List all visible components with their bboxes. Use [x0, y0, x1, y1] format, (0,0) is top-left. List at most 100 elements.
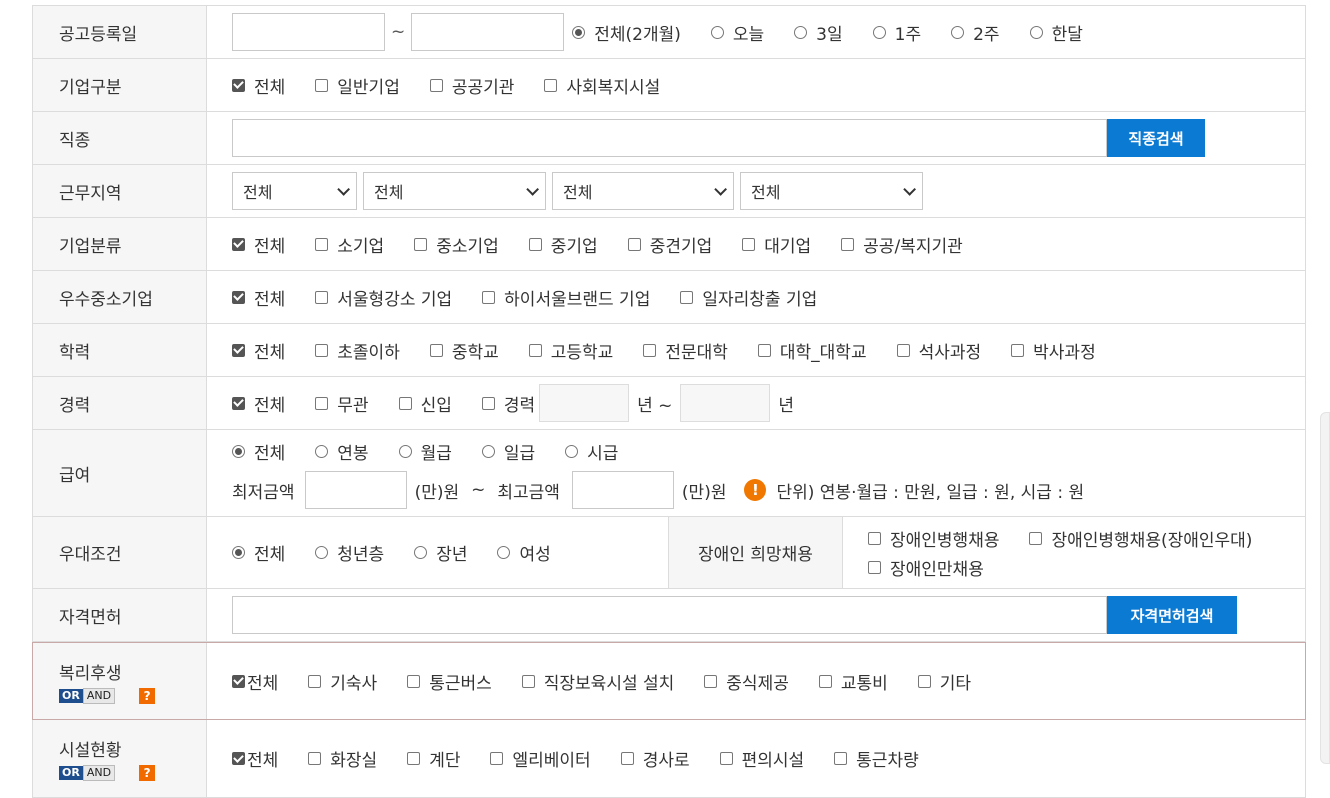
checkbox-edu-university[interactable]: 대학_대학교 — [757, 338, 867, 363]
radio-period-3days[interactable]: 3일 — [794, 20, 843, 45]
row-posting-date: 공고등록일 ~ 전체(2개월) 오늘 3일 1주 2주 한달 — [32, 6, 1306, 59]
radio-pref-all[interactable]: 전체 — [232, 540, 285, 565]
or-toggle[interactable]: OR — [59, 766, 83, 780]
checkbox-career-all[interactable]: 전체 — [232, 391, 285, 416]
row-education: 학력 전체 초졸이하 중학교 고등학교 전문대학 대학_대학교 석사과정 박사과… — [32, 324, 1306, 377]
checkbox-facility-restroom[interactable]: 화장실 — [308, 746, 377, 771]
checkbox-facility-convenience[interactable]: 편의시설 — [719, 746, 804, 771]
checkbox-edu-high[interactable]: 고등학교 — [528, 338, 613, 363]
checkbox-facility-all[interactable]: 전체 — [232, 746, 278, 771]
checkbox-sme-seoul[interactable]: 서울형강소 기업 — [315, 285, 452, 310]
checkbox-company-welfare[interactable]: 사회복지시설 — [544, 73, 660, 98]
date-tilde: ~ — [391, 22, 406, 42]
checkbox-disabled-parallel[interactable]: 장애인병행채용 — [868, 526, 999, 551]
radio-period-1month[interactable]: 한달 — [1029, 20, 1083, 45]
salary-max-label: 최고금액 — [497, 482, 560, 503]
career-label: 경력 — [33, 377, 207, 429]
checkbox-disabled-preferred[interactable]: 장애인병행채용(장애인우대) — [1029, 526, 1252, 551]
welfare-label: 복리후생 — [59, 663, 122, 684]
radio-period-today[interactable]: 오늘 — [710, 20, 764, 45]
radio-salary-all[interactable]: 전체 — [232, 439, 285, 464]
checkbox-sme-hiseoul[interactable]: 하이서울브랜드 기업 — [482, 285, 650, 310]
and-toggle[interactable]: AND — [82, 687, 116, 704]
date-to-input[interactable] — [411, 13, 565, 51]
radio-salary-monthly[interactable]: 월급 — [398, 439, 452, 464]
scrollbar[interactable] — [1320, 412, 1330, 764]
row-job-type: 직종 직종검색 — [32, 112, 1306, 165]
checkbox-facility-elevator[interactable]: 엘리베이터 — [490, 746, 591, 771]
job-type-input[interactable] — [232, 119, 1107, 157]
career-year-from-input[interactable] — [539, 384, 630, 422]
disabled-hiring-label: 장애인 희망채용 — [668, 517, 843, 588]
checkbox-edu-master[interactable]: 석사과정 — [896, 338, 981, 363]
checkbox-career-any[interactable]: 무관 — [315, 391, 369, 416]
salary-min-input[interactable] — [304, 471, 407, 509]
area-select-1[interactable]: 전체 — [232, 172, 357, 210]
checkbox-facility-stairs[interactable]: 계단 — [407, 746, 460, 771]
row-company-class: 기업분류 전체 소기업 중소기업 중기업 중견기업 대기업 공공/복지기관 — [32, 218, 1306, 271]
salary-label: 급여 — [33, 430, 207, 516]
and-toggle[interactable]: AND — [82, 765, 116, 781]
career-year-to-input[interactable] — [680, 384, 771, 422]
facilities-label: 시설현황 — [59, 741, 122, 761]
checkbox-welfare-all[interactable]: 전체 — [232, 669, 278, 694]
career-year-to-unit: 년 — [778, 395, 795, 416]
checkbox-company-all[interactable]: 전체 — [232, 73, 285, 98]
license-search-button[interactable]: 자격면허검색 — [1107, 596, 1237, 634]
checkbox-class-public[interactable]: 공공/복지기관 — [841, 232, 963, 257]
checkbox-company-public[interactable]: 공공기관 — [429, 73, 514, 98]
checkbox-welfare-daycare[interactable]: 직장보육시설 설치 — [521, 669, 674, 694]
checkbox-class-medium[interactable]: 중기업 — [528, 232, 598, 257]
checkbox-class-all[interactable]: 전체 — [232, 232, 285, 257]
radio-salary-hourly[interactable]: 시급 — [565, 439, 618, 464]
salary-max-input[interactable] — [571, 471, 674, 509]
radio-pref-senior[interactable]: 장년 — [414, 540, 467, 565]
checkbox-class-midsize[interactable]: 중견기업 — [627, 232, 712, 257]
checkbox-welfare-dorm[interactable]: 기숙사 — [308, 669, 377, 694]
help-icon[interactable]: ? — [139, 765, 156, 781]
checkbox-edu-middle[interactable]: 중학교 — [429, 338, 499, 363]
help-icon[interactable]: ? — [139, 687, 156, 704]
checkbox-welfare-etc[interactable]: 기타 — [917, 669, 971, 694]
checkbox-disabled-only[interactable]: 장애인만채용 — [868, 555, 1275, 580]
checkbox-class-small[interactable]: 소기업 — [315, 232, 384, 257]
checkbox-welfare-bus[interactable]: 통근버스 — [407, 669, 492, 694]
salary-tilde: ~ — [471, 480, 486, 500]
checkbox-career-new[interactable]: 신입 — [398, 391, 452, 416]
checkbox-facility-shuttle[interactable]: 통근차량 — [834, 746, 919, 771]
company-type-label: 기업구분 — [33, 59, 207, 111]
chevron-down-icon — [714, 182, 727, 196]
checkbox-welfare-transport[interactable]: 교통비 — [818, 669, 888, 694]
row-license: 자격면허 자격면허검색 — [32, 589, 1306, 642]
radio-salary-daily[interactable]: 일급 — [481, 439, 535, 464]
radio-period-2months[interactable]: 전체(2개월) — [572, 20, 681, 45]
radio-period-1week[interactable]: 1주 — [872, 20, 921, 45]
area-select-4[interactable]: 전체 — [740, 172, 923, 210]
checkbox-facility-ramp[interactable]: 경사로 — [620, 746, 690, 771]
row-work-area: 근무지역 전체 전체 전체 전체 — [32, 165, 1306, 218]
area-select-2[interactable]: 전체 — [363, 172, 546, 210]
job-type-search-button[interactable]: 직종검색 — [1107, 119, 1205, 157]
checkbox-sme-all[interactable]: 전체 — [232, 285, 285, 310]
area-select-3[interactable]: 전체 — [552, 172, 734, 210]
date-from-input[interactable] — [232, 13, 385, 51]
radio-salary-annual[interactable]: 연봉 — [315, 439, 369, 464]
radio-pref-women[interactable]: 여성 — [497, 540, 551, 565]
checkbox-class-sme[interactable]: 중소기업 — [414, 232, 499, 257]
checkbox-welfare-lunch[interactable]: 중식제공 — [704, 669, 789, 694]
or-toggle[interactable]: OR — [59, 688, 83, 703]
checkbox-class-large[interactable]: 대기업 — [742, 232, 811, 257]
checkbox-edu-college[interactable]: 전문대학 — [643, 338, 728, 363]
job-search-form: 공고등록일 ~ 전체(2개월) 오늘 3일 1주 2주 한달 기업구분 전체 일… — [32, 5, 1306, 798]
checkbox-edu-all[interactable]: 전체 — [232, 338, 285, 363]
salary-max-unit: (만)원 — [681, 482, 727, 503]
radio-period-2weeks[interactable]: 2주 — [951, 20, 1000, 45]
checkbox-company-general[interactable]: 일반기업 — [315, 73, 400, 98]
license-label: 자격면허 — [33, 589, 207, 641]
checkbox-sme-jobcreation[interactable]: 일자리창출 기업 — [680, 285, 817, 310]
checkbox-edu-elementary[interactable]: 초졸이하 — [315, 338, 400, 363]
checkbox-career-experienced[interactable]: 경력 — [481, 391, 535, 416]
license-input[interactable] — [232, 596, 1107, 634]
radio-pref-youth[interactable]: 청년층 — [315, 540, 384, 565]
checkbox-edu-doctor[interactable]: 박사과정 — [1011, 338, 1096, 363]
